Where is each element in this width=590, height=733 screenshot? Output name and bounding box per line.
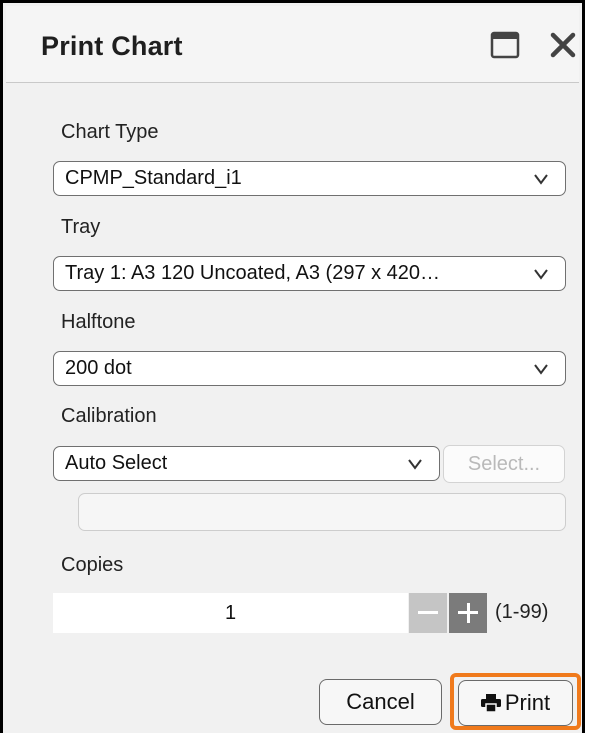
close-icon[interactable] — [546, 28, 580, 62]
printer-icon — [480, 694, 501, 712]
copies-input[interactable]: 1 — [53, 593, 408, 633]
halftone-label: Halftone — [61, 311, 136, 333]
decrement-button[interactable] — [409, 593, 447, 633]
chart-type-select[interactable]: CPMP_Standard_i1 — [53, 161, 566, 196]
calibration-label: Calibration — [61, 405, 157, 427]
calibration-detail-field — [78, 493, 566, 531]
halftone-value: 200 dot — [65, 357, 132, 379]
chevron-down-icon — [534, 174, 548, 185]
tray-label: Tray — [61, 216, 101, 238]
minus-icon — [418, 611, 438, 614]
halftone-select[interactable]: 200 dot — [53, 351, 566, 386]
print-chart-dialog: Print Chart Chart Type CPMP_Standard_i1 … — [0, 0, 585, 733]
window-icon[interactable] — [490, 30, 520, 60]
dialog-header: Print Chart — [6, 6, 579, 83]
plus-icon-vertical — [466, 603, 470, 623]
copies-range: (1-99) — [495, 601, 549, 623]
increment-button[interactable] — [449, 593, 487, 633]
chart-type-value: CPMP_Standard_i1 — [65, 167, 242, 189]
tray-select[interactable]: Tray 1: A3 120 Uncoated, A3 (297 x 420… — [53, 256, 566, 291]
dialog-title: Print Chart — [41, 31, 183, 61]
tray-value: Tray 1: A3 120 Uncoated, A3 (297 x 420… — [65, 262, 441, 284]
chevron-down-icon — [408, 459, 422, 470]
calibration-value: Auto Select — [65, 452, 168, 474]
chevron-down-icon — [534, 269, 548, 280]
cancel-button[interactable]: Cancel — [319, 679, 442, 725]
chart-type-label: Chart Type — [61, 121, 159, 143]
print-button-label: Print — [504, 690, 551, 715]
calibration-select-button[interactable]: Select... — [443, 445, 565, 483]
cancel-button-label: Cancel — [346, 689, 415, 714]
print-button[interactable]: Print — [458, 680, 573, 726]
chevron-down-icon — [534, 364, 548, 375]
copies-label: Copies — [61, 554, 124, 576]
calibration-select[interactable]: Auto Select — [53, 446, 440, 481]
